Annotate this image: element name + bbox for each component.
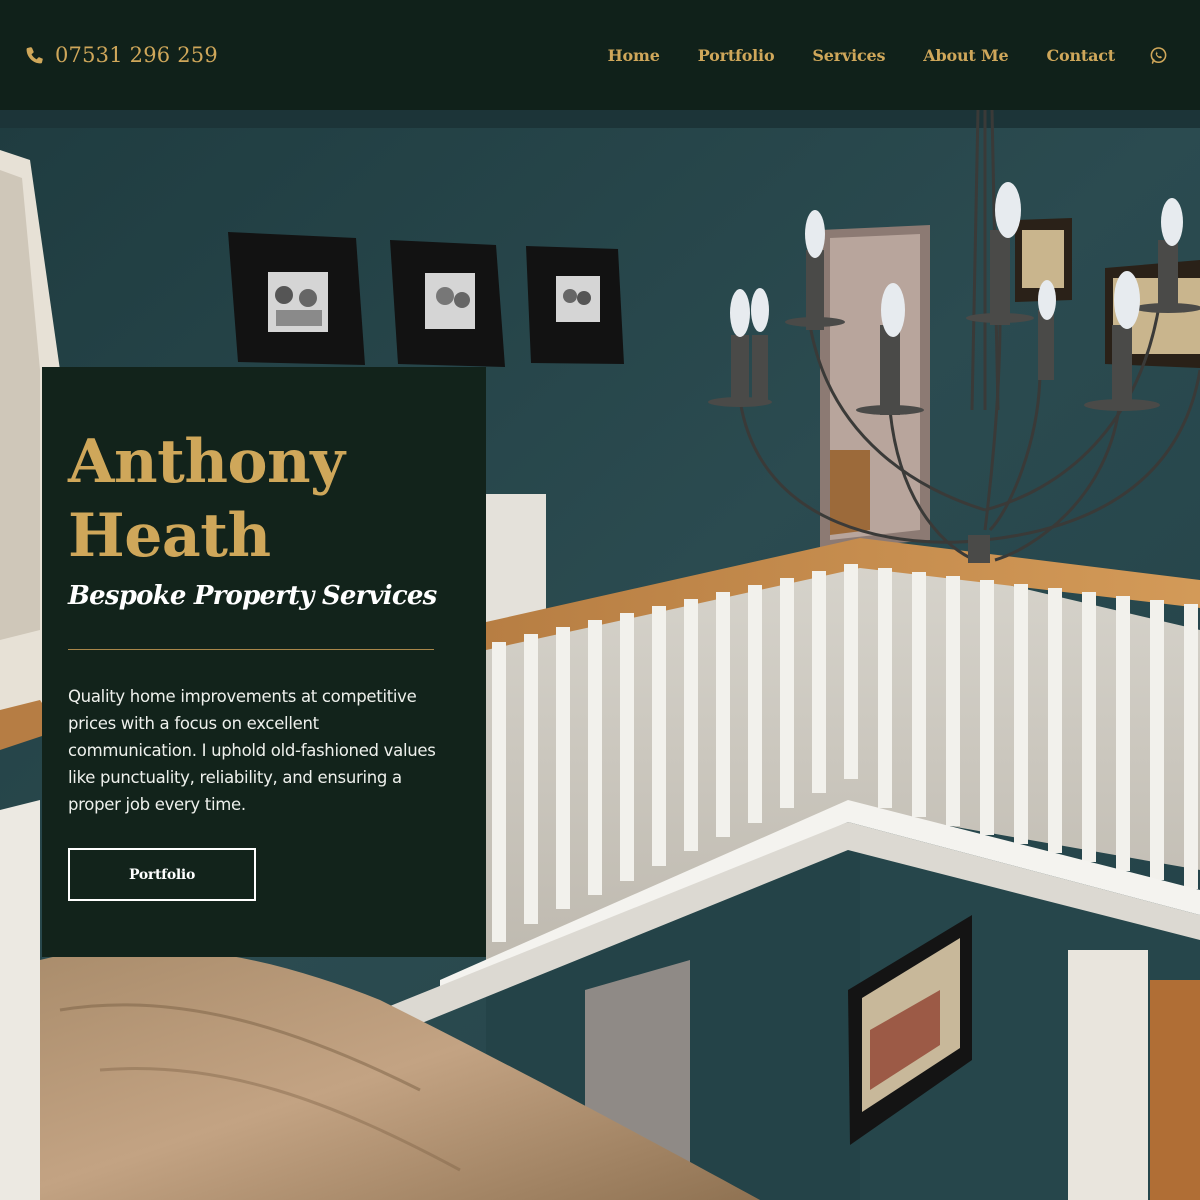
wall-picture-frames [228,232,624,367]
nav-home[interactable]: Home [608,46,660,65]
nav-contact[interactable]: Contact [1046,46,1115,65]
page-title: Anthony Heath [68,425,345,573]
divider [68,649,434,650]
nav-about-me[interactable]: About Me [923,46,1008,65]
phone-link[interactable]: 07531 296 259 [24,38,218,72]
title-line-last: Heath [68,501,271,571]
nav-services[interactable]: Services [812,46,885,65]
whatsapp-icon[interactable] [1149,46,1168,65]
main-nav: Home Portfolio Services About Me Contact [608,38,1168,72]
title-line-first: Anthony [68,427,345,497]
site-header: 07531 296 259 Home Portfolio Services Ab… [0,0,1200,110]
tagline: Bespoke Property Services [68,581,437,611]
intro-text: Quality home improvements at competitive… [68,687,436,814]
phone-number: 07531 296 259 [55,43,218,67]
phone-icon [26,47,43,64]
portfolio-button[interactable]: Portfolio [68,848,256,901]
hero-card: Anthony Heath Bespoke Property Services … [42,367,486,957]
nav-portfolio[interactable]: Portfolio [698,46,775,65]
